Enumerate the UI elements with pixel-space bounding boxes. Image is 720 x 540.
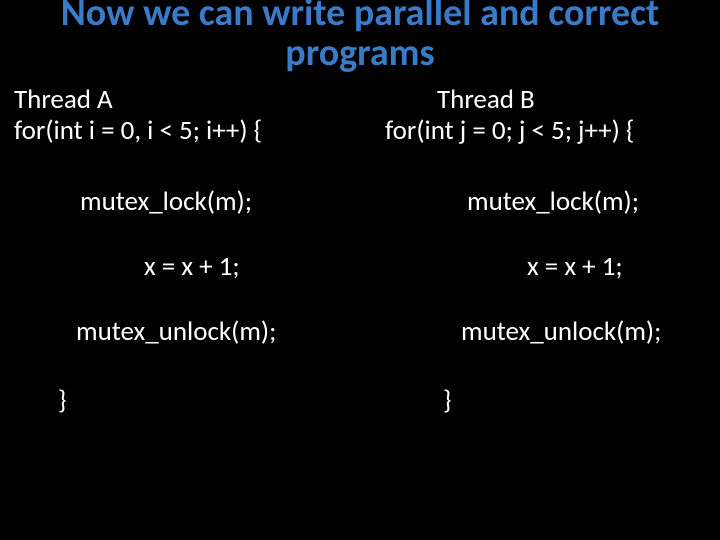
thread-a-lock: mutex_lock(m); bbox=[14, 186, 367, 217]
thread-b-close: } bbox=[367, 385, 720, 416]
thread-a-unlock: mutex_unlock(m); bbox=[14, 316, 367, 347]
thread-a-for: for(int i = 0, i < 5; i++) { bbox=[14, 115, 367, 146]
thread-a-header: Thread A bbox=[14, 84, 367, 115]
thread-a-body: mutex_lock(m); x = x + 1; mutex_unlock(m… bbox=[14, 186, 367, 347]
slide-title: Now we can write parallel and correct pr… bbox=[0, 0, 720, 74]
thread-b-header: Thread B bbox=[367, 84, 720, 115]
thread-a-inc: x = x + 1; bbox=[14, 251, 367, 282]
slide: Now we can write parallel and correct pr… bbox=[0, 0, 720, 534]
thread-b-for: for(int j = 0; j < 5; j++) { bbox=[367, 115, 720, 146]
thread-b-column: Thread B for(int j = 0; j < 5; j++) { mu… bbox=[367, 84, 720, 416]
thread-b-inc: x = x + 1; bbox=[367, 251, 720, 282]
thread-b-unlock: mutex_unlock(m); bbox=[367, 316, 720, 347]
thread-a-close: } bbox=[14, 385, 367, 416]
thread-b-body: mutex_lock(m); x = x + 1; mutex_unlock(m… bbox=[367, 186, 720, 347]
thread-b-lock: mutex_lock(m); bbox=[367, 186, 720, 217]
thread-a-column: Thread A for(int i = 0, i < 5; i++) { mu… bbox=[0, 84, 367, 416]
code-columns: Thread A for(int i = 0, i < 5; i++) { mu… bbox=[0, 84, 720, 416]
